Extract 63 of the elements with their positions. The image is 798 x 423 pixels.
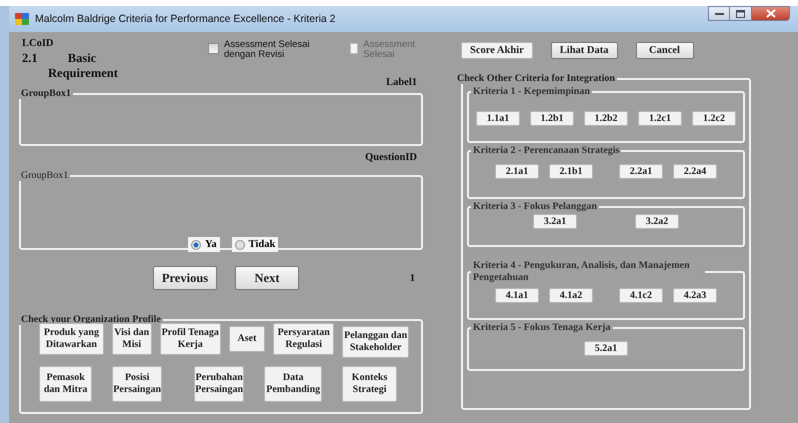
criteria-button[interactable]: 2.2a1 — [619, 164, 663, 179]
radio-label[interactable]: Ya — [205, 239, 217, 250]
profile-button[interactable]: Pemasok dan Mitra — [39, 366, 92, 402]
nav-button[interactable]: Next — [235, 266, 299, 290]
page-number: 1 — [410, 272, 415, 284]
action-button[interactable]: Score Akhir — [461, 42, 533, 59]
action-button[interactable]: Cancel — [636, 42, 694, 59]
group-title: Kriteria 2 - Perencanaan Strategis — [472, 145, 620, 156]
criteria-name: Basic Requirement — [48, 51, 116, 81]
maximize-button[interactable] — [730, 6, 752, 21]
close-button[interactable] — [752, 6, 790, 21]
profile-button[interactable]: Pelanggan dan Stakeholder — [342, 326, 409, 358]
profile-button[interactable]: Persyaratan Regulasi — [273, 323, 334, 355]
criteria-button[interactable]: 1.2c1 — [638, 111, 682, 126]
group-title: Kriteria 3 - Fokus Pelanggan — [472, 201, 598, 212]
profile-button[interactable]: Data Pembanding — [264, 366, 322, 402]
criteria-button[interactable]: 4.2a3 — [673, 288, 717, 303]
checkbox-label[interactable]: Assessment Selesai dengan Revisi — [224, 40, 336, 60]
action-button[interactable]: Lihat Data — [550, 42, 618, 59]
maximize-icon — [736, 10, 745, 18]
criteria-button[interactable]: 1.1a1 — [476, 111, 520, 126]
window-title: Malcolm Baldrige Criteria for Performance Excellence - Kriteria 2 — [35, 13, 337, 25]
criteria-button[interactable]: 3.2a2 — [635, 214, 679, 229]
criteria-button[interactable]: 1.2b2 — [584, 111, 628, 126]
lcoid-label: LCoID — [22, 38, 55, 49]
radio-label[interactable]: Tidak — [248, 239, 276, 250]
minimize-button[interactable] — [708, 6, 730, 21]
radio-button[interactable] — [234, 240, 245, 250]
criteria-button[interactable]: 2.1b1 — [549, 164, 593, 179]
close-icon — [766, 9, 776, 18]
group-title: GroupBox1 — [20, 88, 72, 99]
criteria-button[interactable]: 4.1a1 — [495, 288, 539, 303]
criteria-button[interactable]: 1.2b1 — [530, 111, 574, 126]
radio-button[interactable] — [191, 240, 201, 250]
radio-option[interactable]: Ya — [188, 237, 220, 252]
criteria-code: 2.1 — [22, 51, 39, 67]
profile-button[interactable]: Konteks Strategi — [342, 366, 397, 402]
group-title: Kriteria 5 - Fokus Tenaga Kerja — [472, 322, 612, 333]
app-icon — [15, 13, 29, 25]
criteria-button[interactable]: 1.2c2 — [692, 111, 736, 126]
group-title: Check Other Criteria for Integration — [456, 73, 616, 84]
criteria-button[interactable]: 2.2a4 — [673, 164, 717, 179]
label1-text: Label1 — [386, 77, 417, 88]
profile-button[interactable]: Profil Tenaga Kerja — [160, 323, 221, 355]
profile-button[interactable]: Produk yang Ditawarkan — [39, 323, 104, 355]
profile-button[interactable]: Posisi Persaingan — [112, 366, 162, 402]
minimize-icon — [714, 12, 724, 16]
group-title: Check your Organization Profile — [20, 314, 162, 325]
group-title: Kriteria 1 - Kepemimpinan — [472, 86, 591, 97]
group-title: GroupBox1 — [20, 170, 70, 181]
radio-option[interactable]: Tidak — [232, 237, 278, 252]
checkbox[interactable] — [208, 43, 219, 54]
criteria-button[interactable]: 4.1c2 — [619, 288, 663, 303]
criteria-button[interactable]: 2.1a1 — [495, 164, 539, 179]
criteria-button[interactable]: 4.1a2 — [549, 288, 593, 303]
profile-button[interactable]: Visi dan Misi — [112, 323, 152, 355]
question-id-label: QuestionID — [365, 152, 417, 165]
criteria-button[interactable]: 5.2a1 — [584, 341, 628, 356]
group-title: Kriteria 4 - Pengukuran, Analisis, dan Manajemen Pengetahuan — [472, 260, 691, 284]
nav-button[interactable]: Previous — [153, 266, 217, 290]
criteria-button[interactable]: 3.2a1 — [533, 214, 577, 229]
profile-button[interactable]: Aset — [228, 326, 266, 352]
profile-button[interactable]: Perubahan Persaingan — [194, 366, 244, 402]
